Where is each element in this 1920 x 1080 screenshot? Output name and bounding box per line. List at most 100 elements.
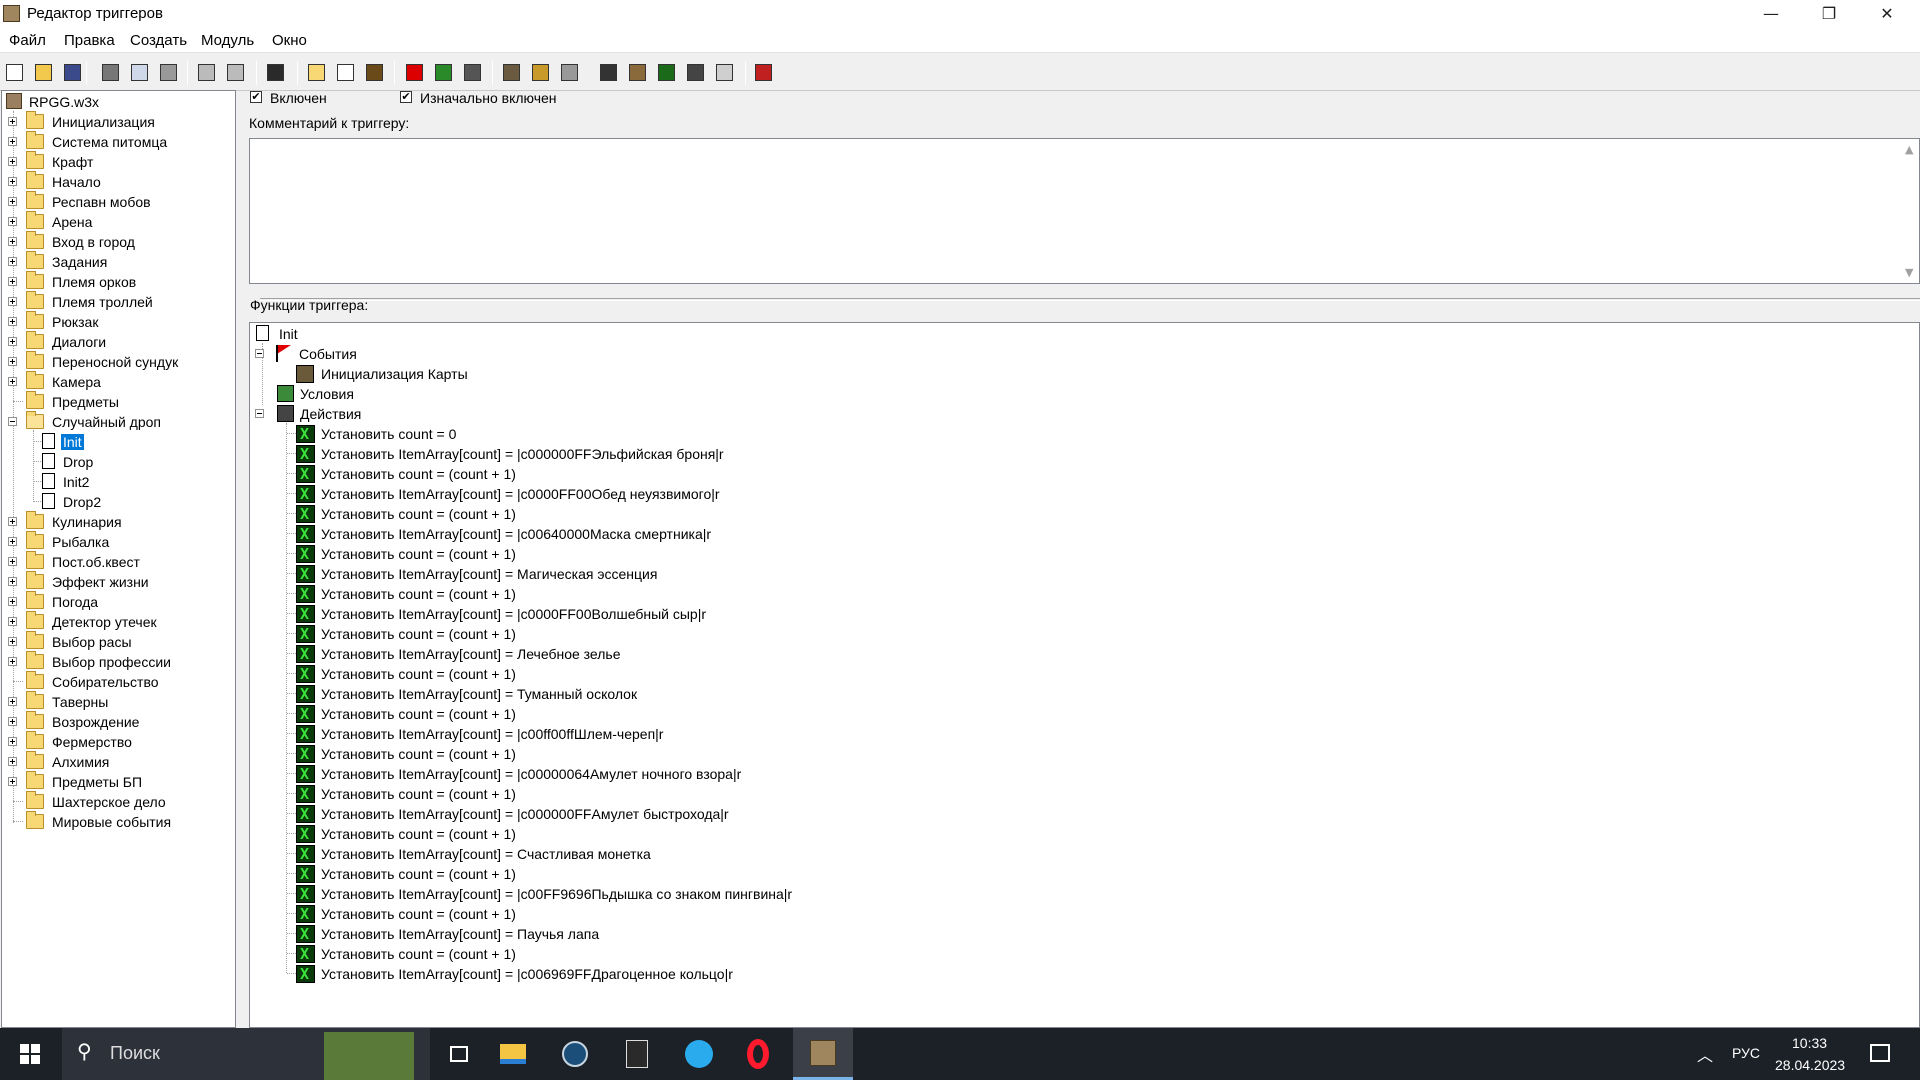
expand-icon[interactable] [8, 557, 17, 566]
object-manager-button[interactable] [683, 60, 708, 85]
comment-textarea[interactable]: ▲ ▼ [249, 138, 1920, 284]
expand-icon[interactable] [8, 637, 17, 646]
clock-time[interactable]: 10:33 [1792, 1035, 1827, 1051]
maximize-button[interactable]: ❐ [1800, 0, 1858, 28]
menu-module[interactable]: Модуль [201, 32, 254, 49]
save-button[interactable] [60, 60, 85, 85]
tree-item-label: Init [61, 434, 84, 450]
taskbar-telegram[interactable] [669, 1028, 729, 1080]
taskbar-epic[interactable] [607, 1028, 667, 1080]
paste-button[interactable] [156, 60, 181, 85]
new-condition-button[interactable] [431, 60, 456, 85]
taskbar-opera[interactable] [731, 1028, 791, 1080]
tree-line [287, 673, 296, 674]
language-indicator[interactable]: РУС [1732, 1045, 1760, 1061]
chevron-up-icon[interactable]: ︿ [1697, 1042, 1713, 1066]
terrain-editor-button[interactable] [499, 60, 524, 85]
expand-icon[interactable] [8, 317, 17, 326]
toolbar-separator [187, 61, 188, 85]
expand-icon[interactable] [8, 197, 17, 206]
initially-on-checkbox[interactable]: ✔ [400, 91, 412, 103]
redo-button[interactable] [223, 60, 248, 85]
campaign-editor-button[interactable] [625, 60, 650, 85]
expand-icon[interactable] [8, 117, 17, 126]
trigger-functions-tree[interactable]: Init События Инициализация Карты Условия… [249, 322, 1920, 1028]
expand-icon[interactable] [8, 137, 17, 146]
paste-icon [160, 64, 177, 81]
action-text: Установить ItemArray[count] = |c00000064… [321, 766, 742, 782]
panel-splitter[interactable] [260, 298, 1920, 301]
close-button[interactable]: ✕ [1858, 0, 1916, 28]
collapse-icon[interactable] [255, 409, 264, 418]
expand-icon[interactable] [8, 257, 17, 266]
taskbar-steam[interactable] [545, 1028, 605, 1080]
set-variable-icon [296, 905, 315, 923]
expand-icon[interactable] [8, 577, 17, 586]
taskbar-search[interactable]: ⚲ Поиск [62, 1028, 430, 1080]
expand-icon[interactable] [8, 277, 17, 286]
enabled-checkbox[interactable]: ✔ [250, 91, 262, 103]
folder-icon [26, 711, 44, 729]
expand-icon[interactable] [8, 717, 17, 726]
scroll-up-icon[interactable]: ▲ [1905, 143, 1913, 156]
new-event-button[interactable] [402, 60, 427, 85]
expand-icon[interactable] [8, 217, 17, 226]
new-comment-button[interactable] [362, 60, 387, 85]
menu-window[interactable]: Окно [272, 32, 307, 49]
collapse-icon[interactable] [8, 417, 17, 426]
copy-button[interactable] [127, 60, 152, 85]
menu-edit[interactable]: Правка [64, 32, 115, 49]
tree-line [287, 753, 296, 754]
start-button[interactable] [0, 1028, 60, 1080]
ai-editor-button[interactable] [654, 60, 679, 85]
menu-file[interactable]: Файл [9, 32, 46, 49]
window-title: Редактор триггеров [27, 5, 163, 22]
expand-icon[interactable] [8, 697, 17, 706]
collapse-icon[interactable] [255, 349, 264, 358]
expand-icon[interactable] [8, 597, 17, 606]
expand-icon[interactable] [8, 777, 17, 786]
comment-scrollbar[interactable]: ▲ ▼ [1902, 139, 1919, 283]
task-view-button[interactable] [430, 1028, 490, 1080]
expand-icon[interactable] [8, 737, 17, 746]
expand-icon[interactable] [8, 357, 17, 366]
expand-icon[interactable] [8, 757, 17, 766]
taskbar-explorer[interactable] [483, 1028, 543, 1080]
expand-icon[interactable] [8, 237, 17, 246]
import-manager-button[interactable] [712, 60, 737, 85]
taskbar-world-editor[interactable] [793, 1028, 853, 1080]
tree-item-label: Племя орков [52, 274, 137, 290]
expand-icon[interactable] [8, 297, 17, 306]
scroll-down-icon[interactable]: ▼ [1905, 266, 1913, 279]
tree-item-label: Респавн мобов [52, 194, 151, 210]
cut-button[interactable] [98, 60, 123, 85]
new-category-button[interactable] [304, 60, 329, 85]
expand-icon[interactable] [8, 657, 17, 666]
open-button[interactable] [31, 60, 56, 85]
expand-icon[interactable] [8, 377, 17, 386]
new-button[interactable] [2, 60, 27, 85]
clock-date[interactable]: 28.04.2023 [1775, 1057, 1845, 1073]
new-trigger-button[interactable] [333, 60, 358, 85]
expand-icon[interactable] [8, 517, 17, 526]
expand-icon[interactable] [8, 337, 17, 346]
object-manager-icon [687, 64, 704, 81]
expand-icon[interactable] [8, 537, 17, 546]
expand-icon[interactable] [8, 617, 17, 626]
trigger-editor-button[interactable] [528, 60, 553, 85]
notifications-icon[interactable] [1870, 1044, 1890, 1062]
expand-icon[interactable] [8, 177, 17, 186]
expand-icon[interactable] [8, 157, 17, 166]
windows-icon-part [31, 1055, 40, 1064]
test-map-button[interactable] [751, 60, 776, 85]
tree-item-label: Крафт [52, 154, 94, 170]
menu-create[interactable]: Создать [130, 32, 187, 49]
trigger-tree[interactable]: RPGG.w3x Инициализация Система питомца Кра… [1, 90, 236, 1028]
enabled-label: Включен [270, 90, 327, 106]
object-editor-button[interactable] [596, 60, 621, 85]
delete-button[interactable] [263, 60, 288, 85]
undo-button[interactable] [194, 60, 219, 85]
sound-editor-button[interactable] [557, 60, 582, 85]
new-action-button[interactable] [460, 60, 485, 85]
minimize-button[interactable]: — [1742, 0, 1800, 28]
